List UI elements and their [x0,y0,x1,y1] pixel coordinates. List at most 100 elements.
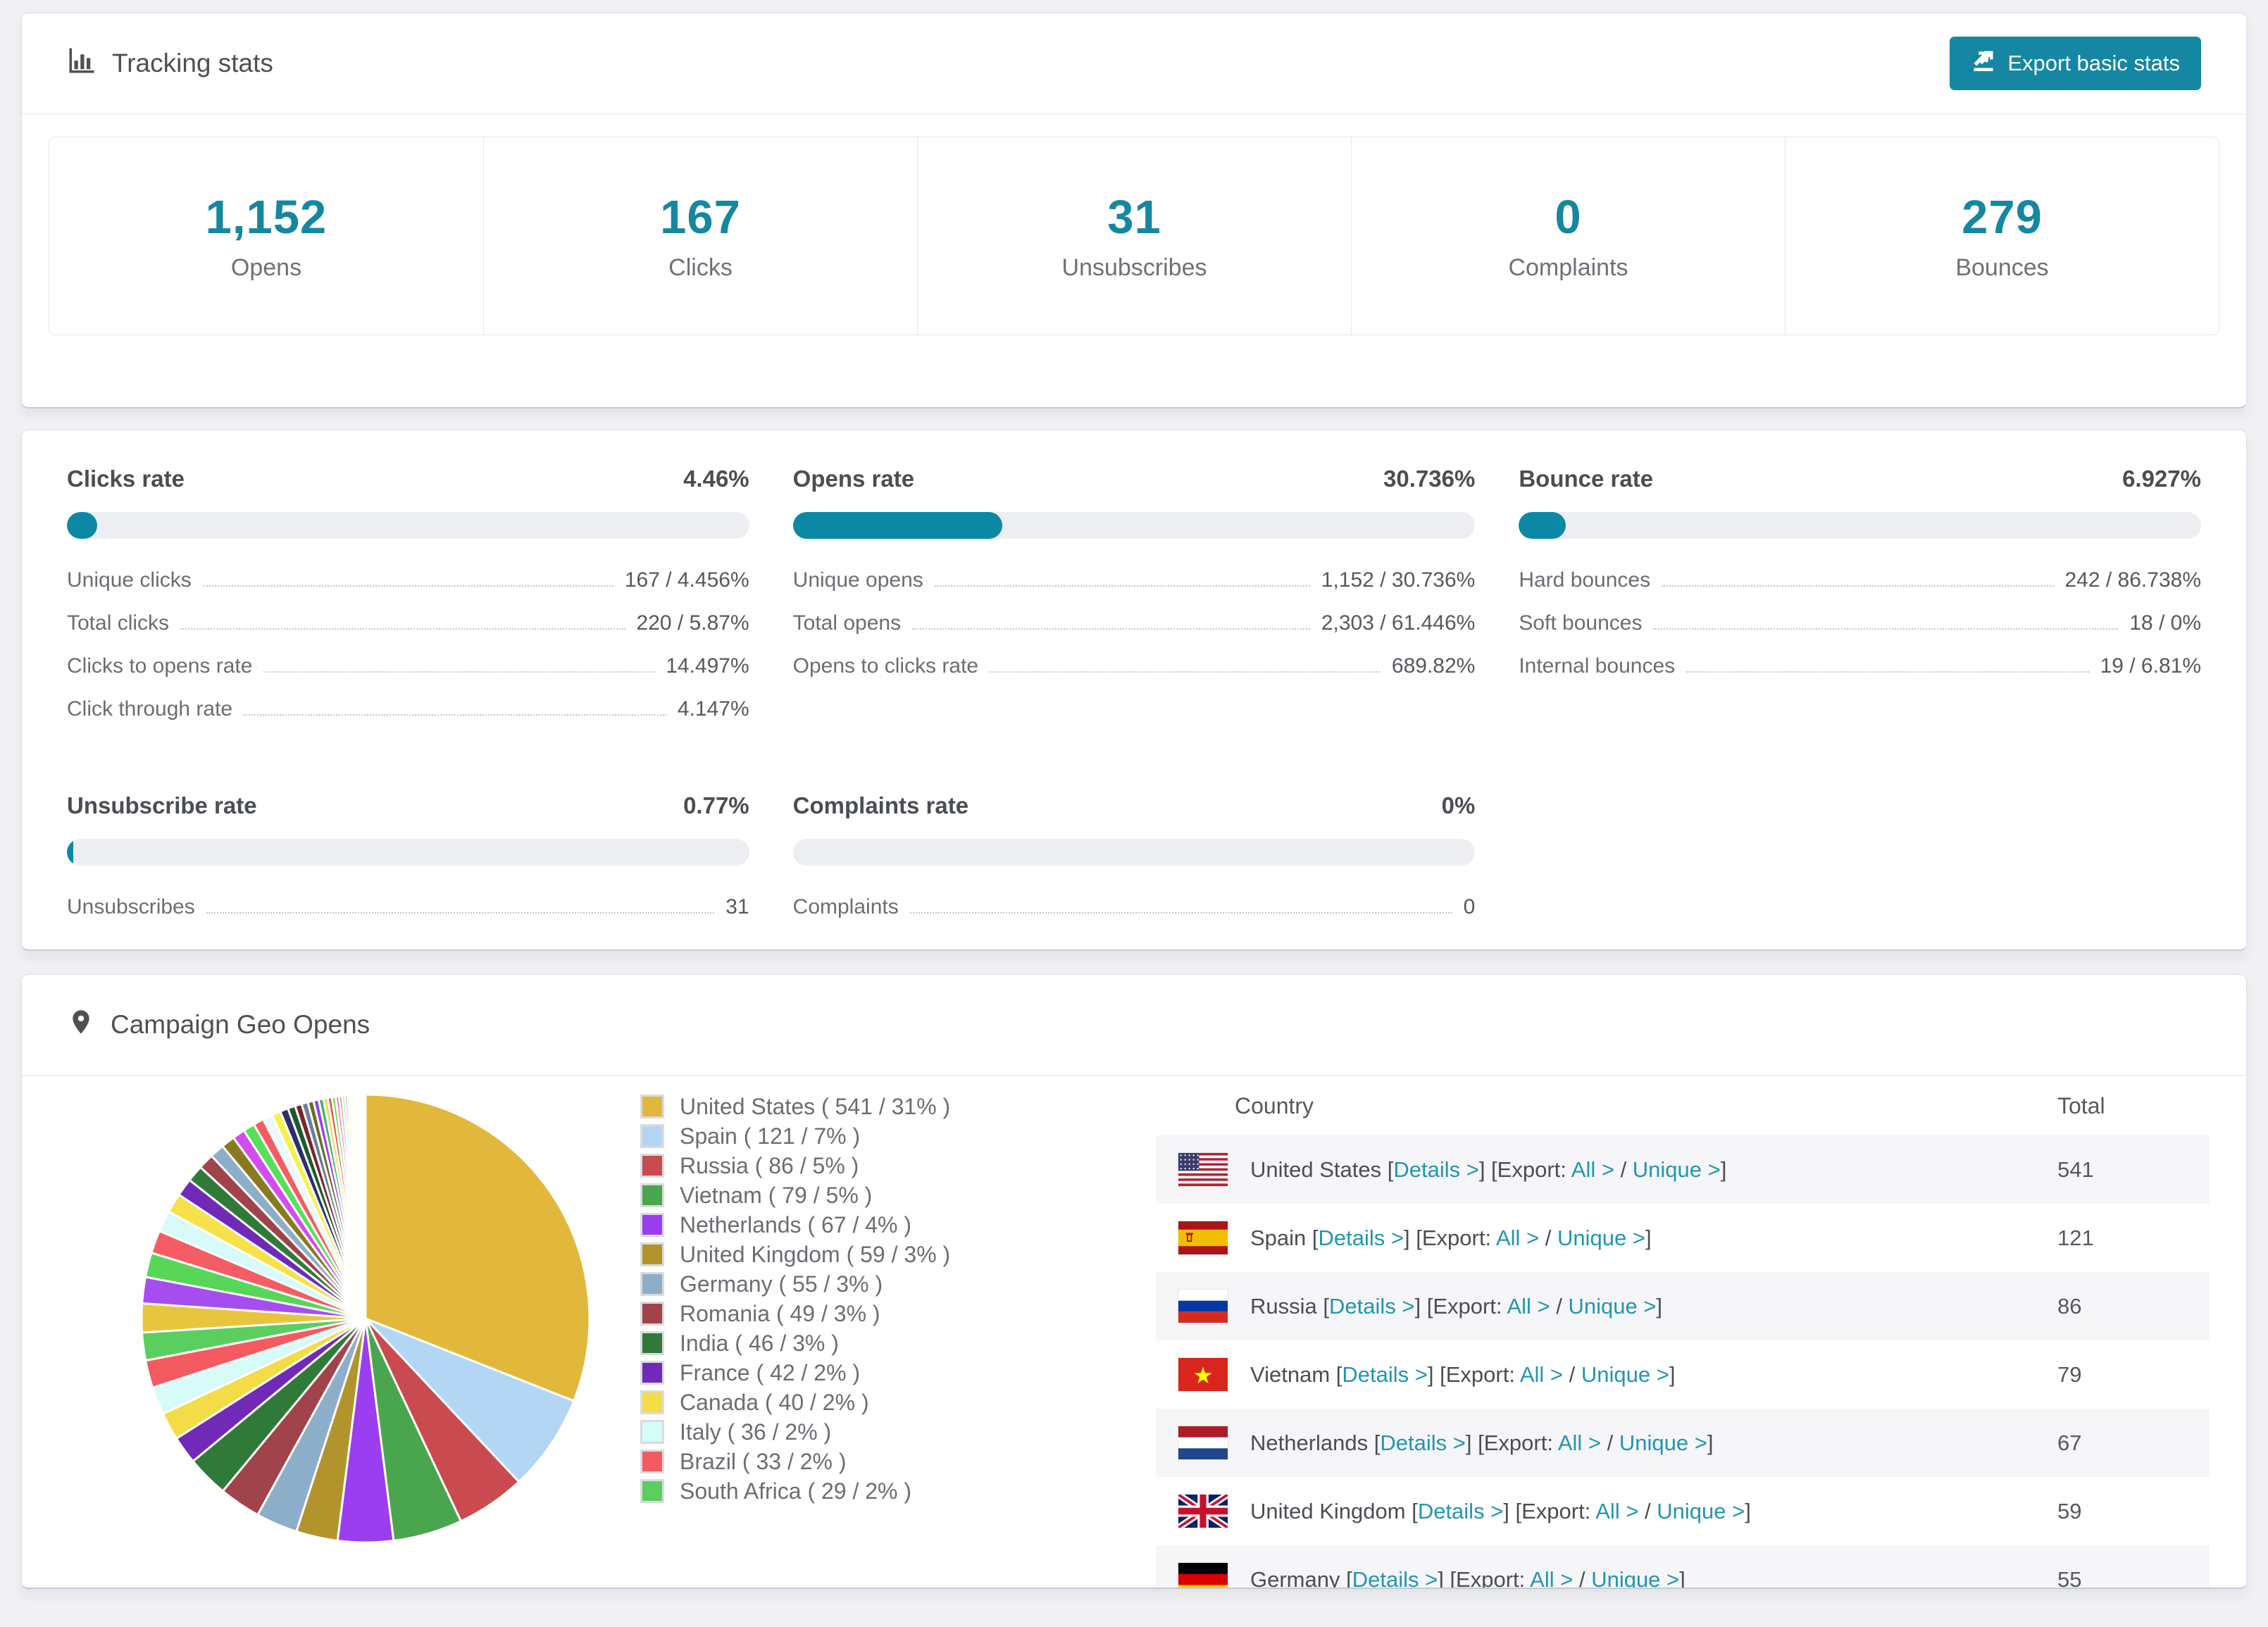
legend-item: Brazil ( 33 / 2% ) [640,1447,950,1476]
rate-detail-row: Click through rate 4.147% [67,697,749,721]
legend-swatch [640,1302,664,1326]
dotted-leader [180,628,625,630]
legend-label: Canada ( 40 / 2% ) [680,1389,869,1415]
pie-slice [363,1093,367,1319]
rate-progress-track [1519,512,2201,539]
rate-detail-label: Complaints [792,895,899,918]
legend-label: Netherlands ( 67 / 4% ) [680,1211,912,1238]
summary-cell-opens: 1,152 Opens [49,137,483,335]
dotted-leader [202,585,613,587]
tracking-stats-card: Tracking stats Export basic stats 1,152 … [21,13,2247,409]
rate-detail-value: 167 / 4.456% [624,568,749,592]
details-link[interactable]: Details > [1418,1499,1503,1523]
legend-swatch [640,1479,664,1503]
rate-detail-label: Clicks to opens rate [67,654,253,678]
export-all-link[interactable]: All > [1530,1567,1573,1588]
rate-value: 6.927% [2122,466,2201,492]
details-link[interactable]: Details > [1329,1294,1414,1319]
rate-detail-value: 19 / 6.81% [2100,654,2201,678]
legend-item: Netherlands ( 67 / 4% ) [640,1210,950,1240]
dotted-leader [1653,628,2119,630]
geo-table-row: Netherlands [Details >] [Export: All > /… [1156,1409,2210,1477]
rate-detail-label: Unique clicks [67,568,192,592]
geo-header: Campaign Geo Opens [22,975,2246,1076]
geo-country-table: Country Total United States [Details >] … [1156,1076,2210,1588]
export-all-link[interactable]: All > [1595,1499,1638,1523]
export-unique-link[interactable]: Unique > [1557,1226,1645,1250]
summary-cell-complaints: 0 Complaints [1351,137,1785,335]
rate-detail-value: 220 / 5.87% [636,611,749,635]
legend-swatch [640,1361,664,1385]
export-unique-link[interactable]: Unique > [1568,1294,1656,1319]
rate-detail-row: Unsubscribes 31 [67,895,749,919]
country-total: 79 [2057,1361,2082,1387]
legend-label: Germany ( 55 / 3% ) [680,1271,883,1297]
country-total: 59 [2057,1498,2082,1523]
legend-swatch [640,1154,664,1178]
legend-label: Vietnam ( 79 / 5% ) [680,1182,873,1208]
legend-label: South Africa ( 29 / 2% ) [680,1478,912,1504]
legend-label: Spain ( 121 / 7% ) [680,1123,861,1149]
rate-title: Bounce rate [1519,466,1654,492]
stat-value: 0 [1554,191,1582,244]
nl-flag-icon [1178,1426,1228,1459]
country-name: United States [1250,1157,1388,1182]
summary-cell-bounces: 279 Bounces [1785,137,2219,335]
rate-panel-opens-rate: Opens rate 30.736% Unique opens 1,152 / … [792,466,1476,740]
campaign-geo-opens-card: Campaign Geo Opens United States ( 541 /… [21,974,2247,1589]
rate-detail-row: Internal bounces 19 / 6.81% [1519,654,2201,678]
export-unique-link[interactable]: Unique > [1657,1499,1745,1523]
rate-detail-row: Soft bounces 18 / 0% [1519,611,2201,635]
rate-detail-label: Opens to clicks rate [792,654,979,678]
stat-value: 31 [1107,191,1161,244]
legend-item: United Kingdom ( 59 / 3% ) [640,1240,950,1269]
legend-label: France ( 42 / 2% ) [680,1359,861,1385]
export-unique-link[interactable]: Unique > [1591,1567,1679,1588]
legend-item: South Africa ( 29 / 2% ) [640,1476,950,1506]
rate-progress-fill [67,512,98,539]
geo-title: Campaign Geo Opens [67,1008,370,1042]
export-unique-link[interactable]: Unique > [1581,1362,1669,1387]
rate-progress-fill [1519,512,1566,539]
dotted-leader [934,585,1310,587]
legend-swatch [640,1124,664,1148]
rate-progress-track [67,839,749,866]
rate-detail-value: 242 / 86.738% [2064,568,2202,592]
country-total: 121 [2057,1225,2094,1250]
legend-swatch [640,1095,664,1118]
rate-progress-track [792,512,1476,539]
export-unique-link[interactable]: Unique > [1633,1157,1721,1182]
rate-detail-label: Total opens [792,611,902,635]
rate-value: 0.77% [683,792,749,818]
rate-detail-label: Unsubscribes [67,895,195,918]
legend-swatch [640,1390,664,1414]
export-all-link[interactable]: All > [1496,1226,1539,1250]
country-name: Spain [1250,1225,1312,1250]
export-unique-link[interactable]: Unique > [1619,1430,1707,1455]
tracking-stats-title: Tracking stats [67,46,273,82]
legend-label: Brazil ( 33 / 2% ) [680,1448,847,1474]
rate-detail-label: Hard bounces [1519,568,1651,592]
rate-title: Unsubscribe rate [67,792,257,818]
bar-chart-icon [67,46,96,82]
legend-swatch [640,1420,664,1444]
summary-cell-clicks: 167 Clicks [483,137,917,335]
export-basic-stats-button[interactable]: Export basic stats [1950,37,2201,90]
legend-label: United Kingdom ( 59 / 3% ) [680,1241,951,1267]
export-all-link[interactable]: All > [1520,1362,1563,1387]
rate-detail-row: Total opens 2,303 / 61.446% [793,611,1476,635]
legend-label: India ( 46 / 3% ) [680,1330,839,1356]
details-link[interactable]: Details > [1352,1567,1438,1588]
stat-label: Unsubscribes [1061,254,1207,281]
details-link[interactable]: Details > [1342,1362,1427,1387]
geo-table-row: Russia [Details >] [Export: All > / Uniq… [1156,1272,2210,1340]
export-all-link[interactable]: All > [1571,1157,1614,1182]
details-link[interactable]: Details > [1319,1226,1404,1250]
details-link[interactable]: Details > [1393,1157,1478,1182]
export-all-link[interactable]: All > [1507,1294,1550,1319]
rate-progress-fill [67,839,73,866]
details-link[interactable]: Details > [1380,1430,1465,1455]
export-all-link[interactable]: All > [1558,1430,1601,1455]
legend-swatch [640,1183,664,1207]
geo-table-row: United Kingdom [Details >] [Export: All … [1156,1477,2210,1545]
